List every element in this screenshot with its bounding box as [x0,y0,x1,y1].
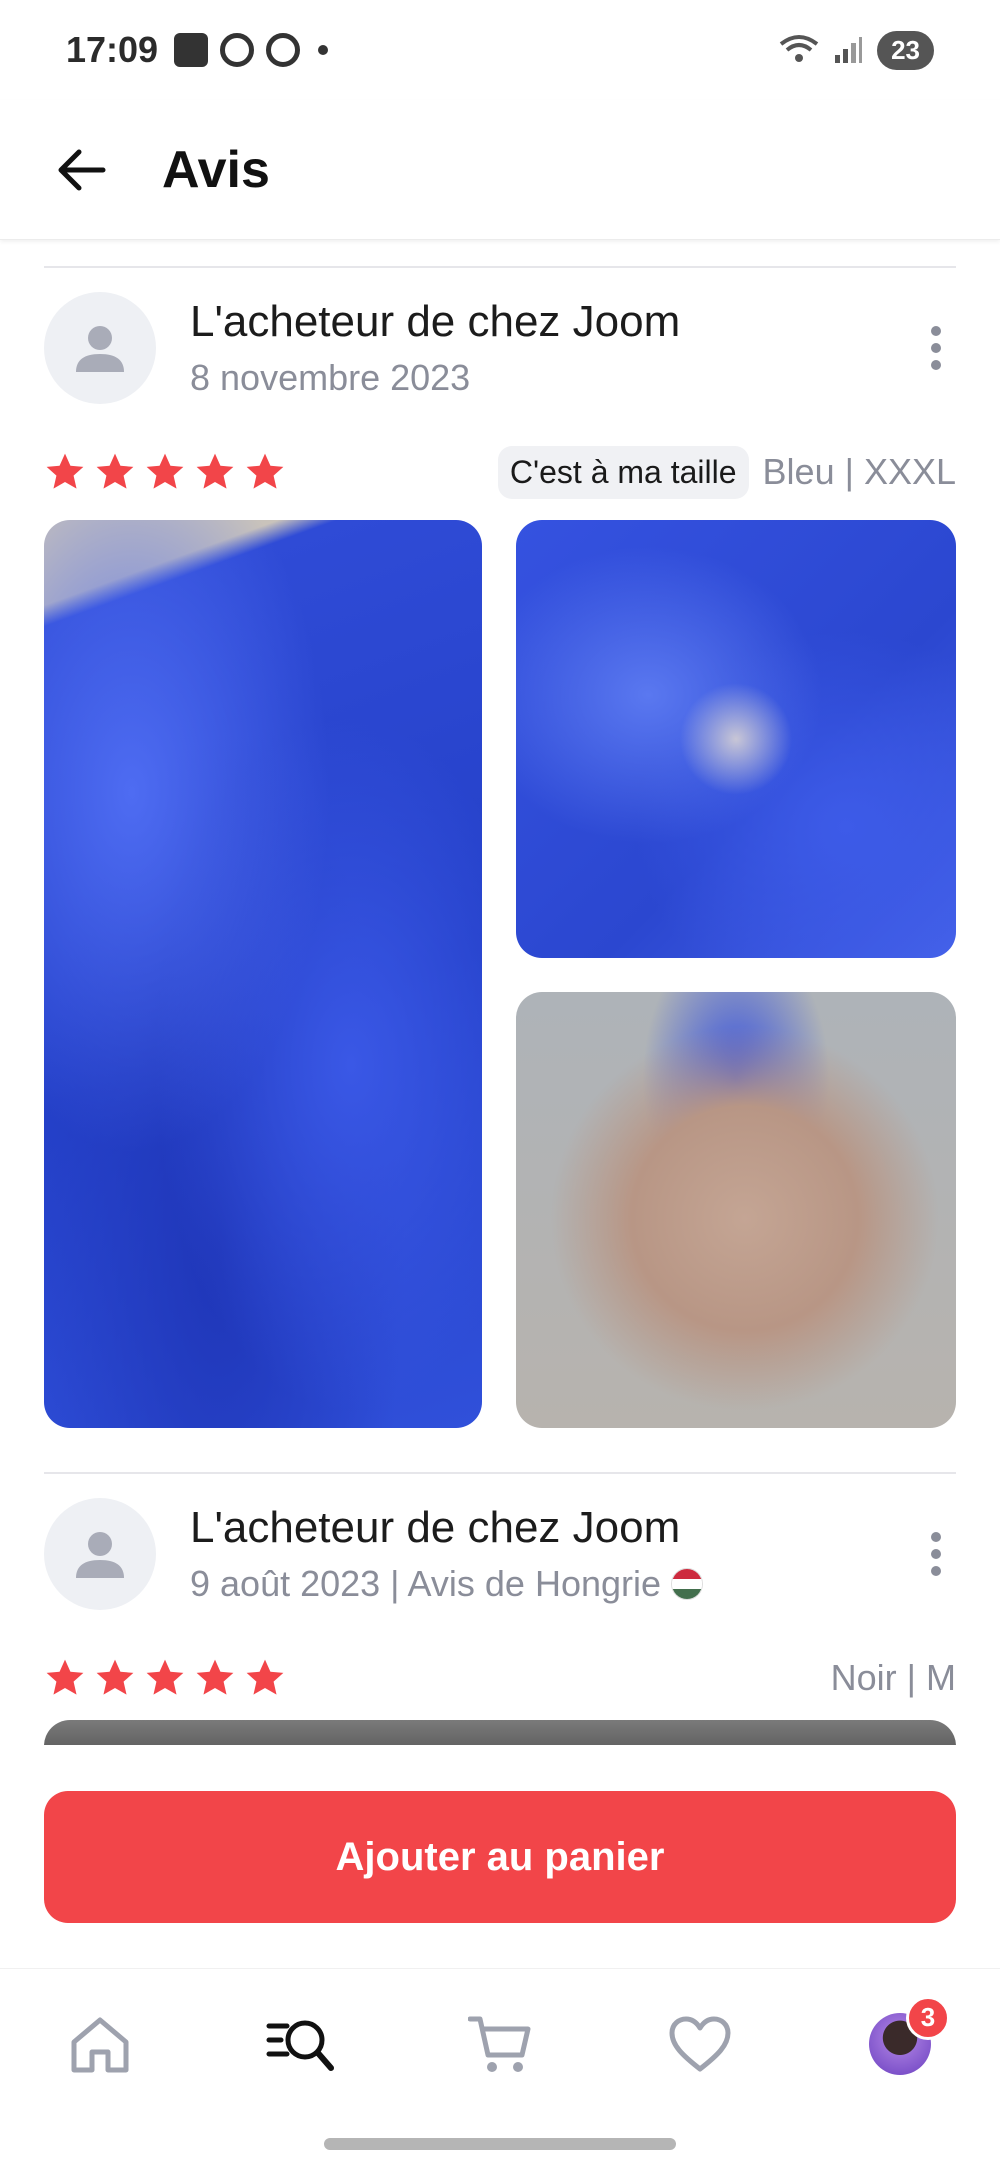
signal-icon [835,37,863,63]
rating-row: Noir | M [44,1650,956,1706]
cart-icon [468,2016,531,2072]
divider [44,266,956,268]
avatar [44,292,156,404]
notification-icons [174,33,329,67]
review-header: L'acheteur de chez Joom 9 août 2023 | Av… [44,1498,956,1610]
user-icon [76,326,124,372]
star-icon [96,453,134,489]
avatar [44,1498,156,1610]
status-bar: 17:09 23 [0,0,1000,100]
star-icon [46,453,84,489]
divider [44,1472,956,1474]
review-header: L'acheteur de chez Joom 8 novembre 2023 [44,292,956,404]
review-date: 9 août 2023 | Avis de Hongrie [190,1563,662,1604]
system-icons: 23 [779,30,934,70]
variant-info: Noir | M [831,1657,956,1699]
status-time: 17:09 [66,29,159,70]
more-vert-dot [931,1549,941,1559]
review-photo[interactable] [44,520,482,1428]
star-rating [44,451,286,493]
flag-stripe [672,1588,703,1599]
back-button[interactable] [52,140,112,200]
more-vert-dot [931,360,941,370]
reviews-list[interactable]: L'acheteur de chez Joom 8 novembre 2023 … [0,240,1000,1745]
star-rating [44,1657,286,1699]
more-notifications-icon [318,45,329,55]
reviewer-name: L'acheteur de chez Joom [190,297,681,346]
star-icon [96,1659,134,1695]
more-options-button[interactable] [916,1524,956,1584]
page-title: Avis [162,140,270,199]
heart-icon [669,2016,731,2071]
review-photo[interactable] [516,992,956,1428]
arrow-left-icon [58,149,106,190]
battery-indicator: 23 [877,30,934,70]
wifi-icon [779,35,819,62]
variant-label: Noir | M [830,1657,956,1698]
more-vert-dot [931,343,941,353]
home-icon [71,2017,129,2072]
notification-badge: 3 [906,1995,950,2040]
star-icon [246,453,284,489]
star-icon [146,1659,184,1695]
star-icon [246,1659,284,1695]
review-date: 8 novembre 2023 [190,357,471,398]
hungary-flag-icon [671,1568,704,1600]
flag-stripe [672,1578,703,1589]
review-photo[interactable] [516,520,956,958]
nav-profile[interactable]: 3 [864,1995,950,2080]
star-icon [196,1659,234,1695]
home-indicator[interactable] [324,2138,676,2150]
bottom-nav: 3 [0,1968,1000,2118]
rating-row: C'est à ma taille Bleu | XXXL [44,444,956,500]
add-to-cart-button[interactable]: Ajouter au panier [44,1791,956,1923]
more-options-button[interactable] [916,318,956,378]
more-vert-dot [931,1566,941,1576]
nav-cart[interactable] [464,2008,536,2080]
review-date-row: 8 novembre 2023 [190,357,916,399]
cta-container: Ajouter au panier [44,1791,956,1923]
review-date-row: 9 août 2023 | Avis de Hongrie [190,1563,916,1605]
xbox-icon [266,33,301,67]
star-icon [46,1659,84,1695]
star-icon [146,453,184,489]
star-icon [196,453,234,489]
flag-stripe [672,1569,703,1579]
user-icon [76,1532,124,1578]
reviewer-name: L'acheteur de chez Joom [190,1503,681,1552]
nav-search[interactable] [264,2008,336,2080]
nav-favorites[interactable] [664,2008,736,2080]
gallery-icon [174,33,209,67]
whatsapp-icon [220,33,255,67]
more-vert-icon [931,326,941,336]
search-list-icon [266,2020,334,2071]
app-header: Avis [0,100,1000,240]
nav-home[interactable] [64,2008,136,2080]
variant-info: C'est à ma taille Bleu | XXXL [497,445,956,499]
variant-label: Bleu | XXXL [762,451,956,492]
more-vert-icon [931,1532,941,1542]
review-photo[interactable] [44,1720,956,1745]
fit-chip: C'est à ma taille [497,445,749,499]
